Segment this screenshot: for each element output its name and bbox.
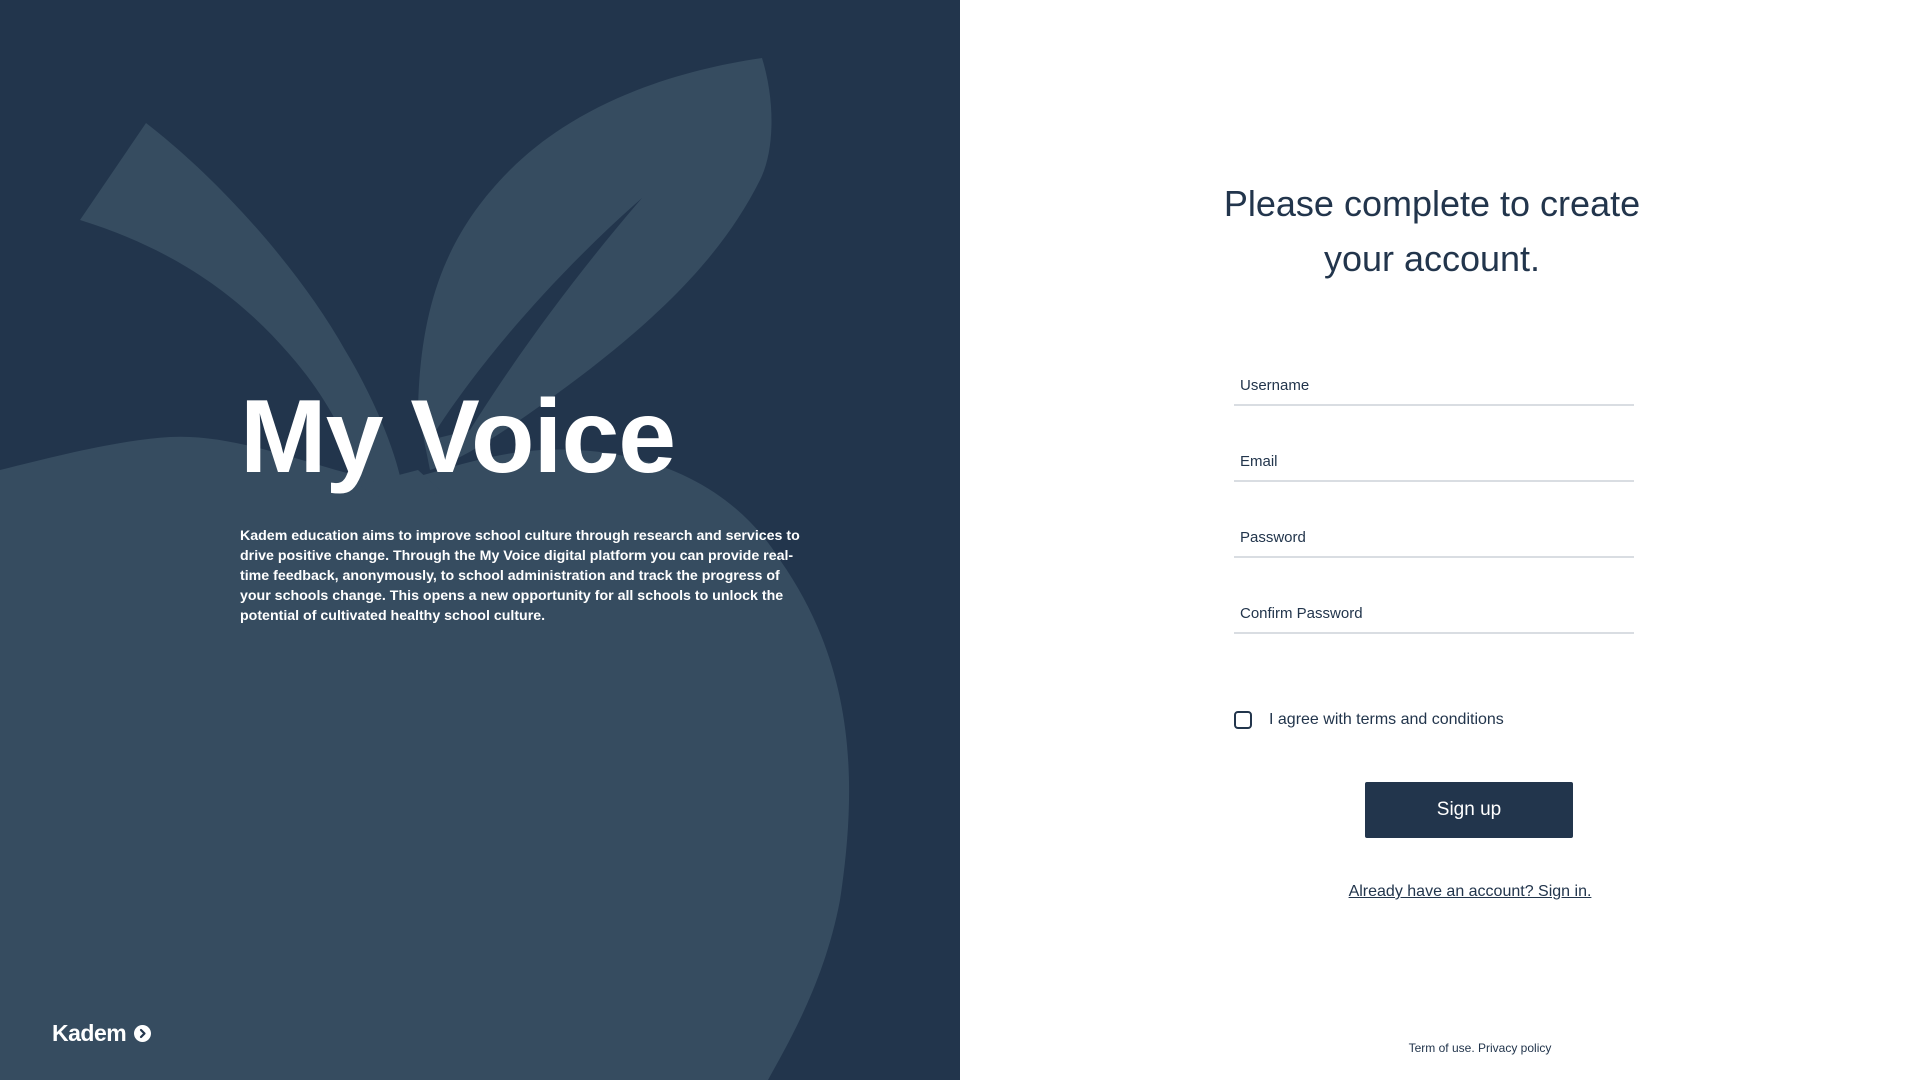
sign-up-button[interactable]: Sign up bbox=[1365, 782, 1573, 838]
password-field bbox=[1234, 518, 1634, 558]
hero-panel: My Voice Kadem education aims to improve… bbox=[0, 0, 960, 1080]
terms-label[interactable]: I agree with terms and conditions bbox=[1269, 711, 1504, 729]
terms-checkbox[interactable] bbox=[1234, 711, 1252, 729]
footer-links: Term of use. Privacy policy bbox=[1380, 1041, 1580, 1055]
app-description: Kadem education aims to improve school c… bbox=[240, 528, 800, 624]
terms-agreement: I agree with terms and conditions bbox=[1234, 711, 1504, 729]
email-field bbox=[1234, 442, 1634, 482]
signup-page: My Voice Kadem education aims to improve… bbox=[0, 0, 1920, 1080]
username-field bbox=[1234, 366, 1634, 406]
privacy-policy-link[interactable]: Privacy policy bbox=[1478, 1041, 1551, 1055]
terms-of-use-link[interactable]: Term of use. bbox=[1409, 1041, 1475, 1055]
username-input[interactable] bbox=[1234, 366, 1634, 404]
brand-name: Kadem bbox=[52, 1020, 127, 1046]
form-heading: Please complete to create your account. bbox=[1223, 183, 1641, 279]
brand-logo[interactable]: Kadem bbox=[52, 1020, 152, 1047]
email-input[interactable] bbox=[1234, 442, 1634, 480]
app-title: My Voice bbox=[240, 379, 676, 495]
chevron-right-circle-icon bbox=[134, 1025, 152, 1042]
confirm-password-input[interactable] bbox=[1234, 594, 1634, 632]
confirm-password-field bbox=[1234, 594, 1634, 634]
password-input[interactable] bbox=[1234, 518, 1634, 556]
sign-in-link[interactable]: Already have an account? Sign in. bbox=[1300, 883, 1640, 901]
signup-form-panel: Please complete to create your account. … bbox=[960, 0, 1920, 1080]
